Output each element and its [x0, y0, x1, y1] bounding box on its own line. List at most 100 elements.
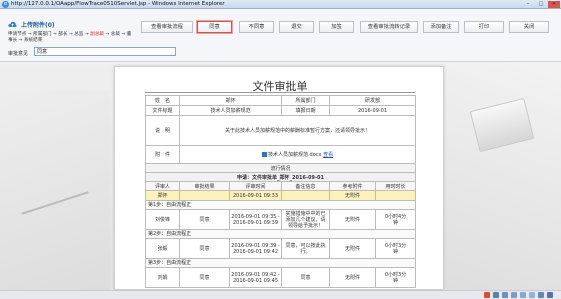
- table-row: 流行情况: [144, 163, 417, 173]
- table-cell: 2016-09-01 09:33: [228, 190, 283, 201]
- table-row: 刘俊锋 同意 2016-09-01 09:35 - 2016-09-01 09:39…: [145, 209, 417, 230]
- section-header: 流行情况: [144, 163, 417, 173]
- table-cell: 0小时4分 钟: [375, 209, 417, 230]
- field-label: 说 明: [145, 115, 180, 146]
- approval-document: 文件审批单 姓 名 郑怀 所属部门 研发部 文件标题 技术人员加薪规范 填报日期…: [114, 66, 444, 290]
- title-divider: [145, 92, 415, 93]
- column-header: 备注信息: [281, 181, 331, 191]
- table-cell: 0小时3分 钟: [375, 238, 417, 259]
- table-cell: 同意，可以按此执 行。: [281, 238, 331, 259]
- step-row: 第3步：自由流程正: [144, 258, 417, 268]
- print-button[interactable]: 打印: [464, 21, 504, 33]
- field-value: 郑怀: [178, 95, 283, 106]
- step-row: 第2步：自由流程正: [144, 229, 417, 239]
- reject-button[interactable]: 不同意: [239, 21, 274, 33]
- background-decoration: [0, 90, 110, 290]
- tray-icon[interactable]: [547, 292, 553, 298]
- field-label: 所属部门: [281, 95, 331, 106]
- table-cell: 张毅: [145, 238, 180, 259]
- table-cell: 刘娟: [145, 267, 180, 288]
- table-cell: 0小时3分 钟: [375, 267, 417, 288]
- table-cell: 同意: [179, 209, 230, 230]
- table-row: 附 件 技术人员加薪规范.docx 查看: [145, 145, 417, 164]
- field-label: 填报日期: [281, 105, 331, 116]
- flow-current-step: 副总裁: [90, 32, 105, 37]
- field-value: 研发部: [329, 95, 417, 106]
- ime-icon[interactable]: [484, 292, 490, 298]
- table-row: 张毅 同意 2016-09-01 09:39 - 2016-09-01 09:42 同…: [145, 238, 417, 259]
- apply-line: 申请：文件审批单_郑怀_2016-09-01: [144, 172, 417, 182]
- add-signer-button[interactable]: 加签: [319, 21, 354, 33]
- return-button[interactable]: 退交: [279, 21, 314, 33]
- field-value: 技术人员加薪规范: [178, 105, 283, 116]
- field-label: 附 件: [145, 145, 180, 164]
- content-area[interactable]: 文件审批单 姓 名 郑怀 所属部门 研发部 文件标题 技术人员加薪规范 填报日期…: [0, 62, 561, 290]
- tray-icon[interactable]: [511, 292, 517, 298]
- step-label: 第2步：自由流程正: [144, 229, 417, 239]
- table-row: 申请：文件审批单_郑怀_2016-09-01: [144, 172, 417, 182]
- feedback-input[interactable]: [34, 47, 176, 56]
- view-flow-button[interactable]: 查看审批流程: [141, 21, 193, 33]
- view-records-button[interactable]: 查看审批流转记录: [360, 21, 418, 33]
- view-attachment-link[interactable]: 查看: [323, 152, 333, 158]
- table-cell: 2016-09-01 09:35 - 2016-09-01 09:39: [228, 209, 283, 230]
- table-cell: 郑怀: [145, 190, 180, 201]
- table-cell: [281, 190, 331, 201]
- status-bar: [0, 290, 561, 299]
- upload-attachment-link[interactable]: 上传附件(0): [21, 20, 55, 29]
- field-label: 姓 名: [145, 95, 180, 106]
- table-cell: 2016-09-01 09:42 - 2016-09-01 09:45: [228, 267, 283, 288]
- column-header: 评审时间: [228, 181, 283, 191]
- attachment-cell: 技术人员加薪规范.docx 查看: [178, 145, 417, 164]
- tray-icon[interactable]: [493, 292, 499, 298]
- approve-button[interactable]: 同意: [197, 21, 232, 33]
- step-row: 第1步：自由流程正: [144, 200, 417, 210]
- minimize-button[interactable]: –: [522, 1, 534, 8]
- maximize-button[interactable]: □: [535, 1, 547, 8]
- close-window-button[interactable]: ✕: [548, 1, 560, 8]
- description-text: 关于此技术人员加薪规范中的薪酬标准暂行方案，还请领导批示！: [178, 115, 417, 146]
- word-file-icon: [261, 152, 267, 157]
- table-cell: 实施措施中中的已 添加几个建议，请 领导给予批示！: [281, 209, 331, 230]
- background-decoration-right: [446, 62, 561, 290]
- table-cell: 无附件: [329, 209, 377, 230]
- table-cell: 同意: [281, 267, 331, 288]
- column-header: 用时时长: [375, 181, 417, 191]
- table-row: 刘娟 同意 2016-09-01 09:42 - 2016-09-01 09:45 同…: [145, 267, 417, 288]
- ie-icon: e: [2, 1, 9, 8]
- tray-icon[interactable]: [538, 292, 544, 298]
- table-cell: 同意: [179, 267, 230, 288]
- tray-icon[interactable]: [502, 292, 508, 298]
- feedback-label: 审批意见: [8, 51, 29, 57]
- table-cell: 刘俊锋: [145, 209, 180, 230]
- table-row: 姓 名 郑怀 所属部门 研发部: [145, 95, 417, 106]
- table-row: 文件标题 技术人员加薪规范 填报日期 2016-09-01: [145, 105, 417, 116]
- table-cell: 同意: [179, 238, 230, 259]
- table-cell: 无附件: [329, 238, 377, 259]
- add-note-button[interactable]: 添加备注: [423, 21, 459, 33]
- window-titlebar: e http://127.0.0.1/OAapp/FlowTrace0510Se…: [0, 0, 561, 9]
- approval-table: 姓 名 郑怀 所属部门 研发部 文件标题 技术人员加薪规范 填报日期 2016-…: [144, 95, 417, 288]
- tray-icon[interactable]: [529, 292, 535, 298]
- table-row: 说 明 关于此技术人员加薪规范中的薪酬标准暂行方案，还请领导批示！: [145, 115, 417, 146]
- column-header: 评审人: [145, 181, 180, 191]
- table-header-row: 评审人 审批结果 评审时间 备注信息 参考附件 用时时长: [145, 181, 417, 191]
- tray-icon[interactable]: [520, 292, 526, 298]
- table-cell: 无附件: [329, 190, 377, 201]
- step-label: 第1步：自由流程正: [144, 200, 417, 210]
- attachment-name: 技术人员加薪规范.docx: [267, 152, 322, 158]
- column-header: 参考附件: [329, 181, 377, 191]
- step-label: 第3步：自由流程正: [144, 258, 417, 268]
- close-button[interactable]: 关闭: [509, 21, 549, 33]
- table-row: 郑怀 2016-09-01 09:33 无附件: [145, 190, 417, 201]
- window-title: http://127.0.0.1/OAapp/FlowTrace0510Serv…: [11, 1, 225, 7]
- field-value: 2016-09-01: [329, 105, 417, 116]
- table-cell: [375, 190, 417, 201]
- table-cell: [179, 190, 230, 201]
- field-label: 文件标题: [145, 105, 180, 116]
- column-header: 审批结果: [179, 181, 230, 191]
- flow-steps-rest: → 总裁 → 董: [104, 32, 132, 37]
- table-cell: 无附件: [329, 267, 377, 288]
- header-panel: 上传附件(0) 申请节点 → 所属部门 → 部长 → 总监 → 副总裁 → 总裁…: [0, 9, 561, 62]
- table-cell: 2016-09-01 09:39 - 2016-09-01 09:42: [228, 238, 283, 259]
